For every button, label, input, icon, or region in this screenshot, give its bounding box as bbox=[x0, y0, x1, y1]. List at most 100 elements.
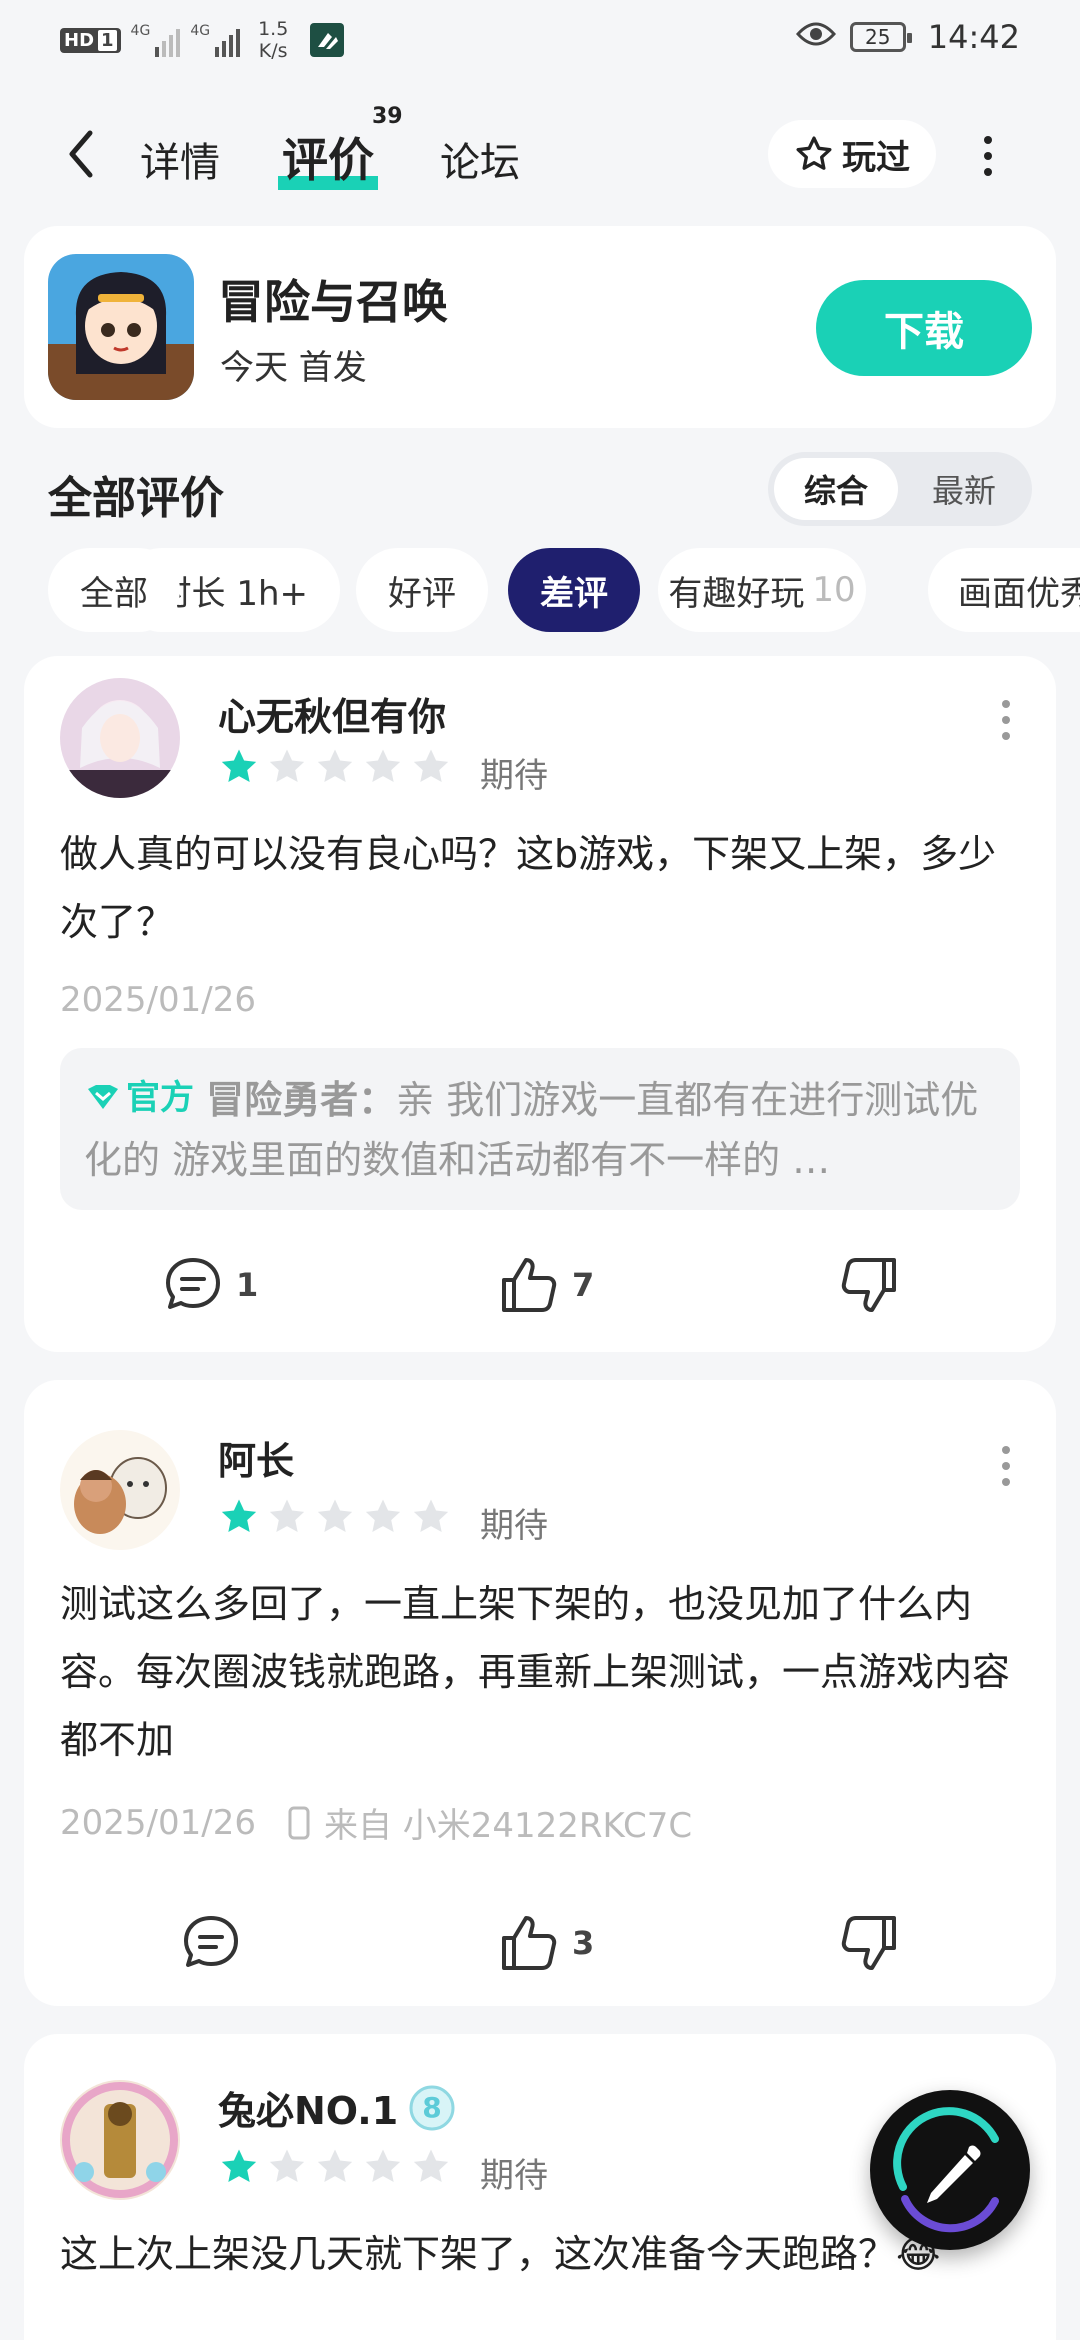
tab-reviews[interactable]: 评价 bbox=[278, 124, 378, 190]
star-empty-icon bbox=[269, 2149, 305, 2183]
signal-icon-2: 4G bbox=[190, 23, 241, 57]
chip-negative[interactable]: 差评 bbox=[508, 548, 640, 632]
username: 兔必NO.1 bbox=[218, 2089, 399, 2133]
official-name-colon: ： bbox=[358, 1078, 397, 1122]
reviews-count-badge: 39 bbox=[372, 104, 403, 129]
star-empty-icon bbox=[317, 749, 353, 783]
status-right: 25 14:42 bbox=[795, 18, 1020, 56]
sort-latest[interactable]: 最新 bbox=[902, 458, 1026, 520]
avatar[interactable] bbox=[60, 678, 180, 798]
review-card: 心无秋但有你 期待 做人真的可以没有良心吗？这b游戏，下架又上架，多少次了？ 2… bbox=[24, 656, 1056, 1352]
avatar[interactable] bbox=[60, 1430, 180, 1550]
top-nav: 详情 评价 39 论坛 玩过 bbox=[0, 100, 1080, 210]
avatar[interactable] bbox=[60, 2080, 180, 2200]
pen-icon bbox=[893, 2107, 999, 2233]
section-title: 全部评价 bbox=[48, 473, 224, 524]
star-outline-icon bbox=[796, 136, 832, 170]
review-more-icon[interactable] bbox=[1002, 700, 1010, 740]
star-empty-icon bbox=[365, 749, 401, 783]
comment-count: 1 bbox=[236, 1266, 259, 1304]
sort-toggle: 综合 最新 bbox=[768, 452, 1032, 526]
thumbs-down-icon bbox=[841, 1916, 896, 1970]
review-date: 2025/01/26 bbox=[60, 980, 256, 1020]
thumbs-up-icon bbox=[502, 1916, 557, 1970]
download-button[interactable]: 下载 bbox=[816, 280, 1032, 376]
chip-fun-label: 有趣好玩 bbox=[668, 573, 805, 614]
like-count: 3 bbox=[572, 1924, 595, 1962]
comment-icon bbox=[184, 1916, 238, 1967]
status-left: HD 1 4G 4G 1.5 K/s bbox=[60, 18, 345, 62]
star-rating bbox=[218, 746, 452, 788]
review-meta: 2025/01/26 bbox=[60, 980, 256, 1020]
rating-label: 期待 bbox=[480, 1506, 548, 1546]
review-content[interactable]: 测试这么多回了，一直上架下架的，也没见加了什么内容。每次圈波钱就跑路，再重新上架… bbox=[60, 1570, 1020, 1774]
username[interactable]: 阿长 bbox=[218, 1430, 294, 1485]
username-row[interactable]: 兔必NO.1 8 bbox=[218, 2080, 456, 2135]
chip-positive[interactable]: 好评 bbox=[356, 548, 488, 632]
heart-badge-icon bbox=[88, 1085, 118, 1109]
official-reply[interactable]: 官方 冒险勇者：亲 我们游戏一直都有在进行测试优化的 游戏里面的数值和活动都有不… bbox=[60, 1048, 1020, 1210]
status-bar: HD 1 4G 4G 1.5 K/s 25 14:42 bbox=[0, 0, 1080, 84]
review-more-icon[interactable] bbox=[1002, 1446, 1010, 1486]
chip-all[interactable]: 全部 bbox=[48, 548, 180, 632]
review-content[interactable]: 做人真的可以没有良心吗？这b游戏，下架又上架，多少次了？ bbox=[60, 820, 1020, 956]
star-empty-icon bbox=[317, 1499, 353, 1533]
write-review-button[interactable] bbox=[870, 2090, 1030, 2250]
comment-icon bbox=[166, 1258, 220, 1309]
tab-forum[interactable]: 论坛 bbox=[440, 130, 520, 188]
comment-button[interactable]: 1 bbox=[160, 1252, 258, 1318]
rating-label: 期待 bbox=[480, 756, 548, 796]
phone-icon bbox=[288, 1806, 310, 1839]
back-arrow-icon[interactable] bbox=[56, 126, 106, 182]
notification-app-icon bbox=[310, 23, 345, 57]
tab-reviews-label: 评价 bbox=[282, 133, 374, 187]
dislike-button[interactable] bbox=[836, 1252, 902, 1318]
game-icon bbox=[48, 254, 194, 400]
chip-graphics[interactable]: 画面优秀 bbox=[928, 548, 1080, 632]
review-date: 2025/01/26 bbox=[60, 1802, 256, 1843]
chip-fun-count: 10 bbox=[812, 570, 856, 610]
hd-badge: HD 1 bbox=[60, 27, 121, 53]
like-button[interactable]: 3 bbox=[496, 1910, 594, 1976]
review-card: 阿长 期待 测试这么多回了，一直上架下架的，也没见加了什么内容。每次圈波钱就跑路… bbox=[24, 1380, 1056, 2006]
tab-details[interactable]: 详情 bbox=[140, 130, 220, 188]
game-card[interactable]: 冒险与召唤 今天 首发 下载 bbox=[24, 226, 1056, 428]
official-name: 冒险勇者 bbox=[206, 1078, 359, 1122]
star-empty-icon bbox=[317, 2149, 353, 2183]
review-device: 来自 小米24122RKC7C bbox=[323, 1806, 693, 1846]
official-badge: 官方 bbox=[84, 1068, 194, 1128]
review-meta: 2025/01/26 来自 小米24122RKC7C bbox=[60, 1798, 692, 1847]
like-count: 7 bbox=[572, 1266, 595, 1304]
eye-icon bbox=[795, 18, 836, 56]
star-empty-icon bbox=[365, 1499, 401, 1533]
battery-icon: 25 bbox=[849, 22, 912, 52]
game-name: 冒险与召唤 bbox=[218, 275, 448, 329]
comment-button[interactable] bbox=[178, 1910, 254, 1976]
star-filled-icon bbox=[221, 2149, 257, 2183]
level-badge-icon: 8 bbox=[409, 2085, 455, 2130]
signal-icon-1: 4G bbox=[131, 23, 181, 57]
star-empty-icon bbox=[413, 2149, 449, 2183]
star-rating bbox=[218, 2146, 452, 2188]
star-empty-icon bbox=[269, 1499, 305, 1533]
sort-comprehensive[interactable]: 综合 bbox=[774, 458, 898, 520]
clock: 14:42 bbox=[927, 18, 1020, 56]
svg-text:8: 8 bbox=[422, 2091, 441, 2124]
chip-fun[interactable]: 有趣好玩 10 bbox=[658, 548, 866, 632]
network-speed: 1.5 K/s bbox=[258, 18, 289, 62]
game-subtitle: 今天 首发 bbox=[220, 348, 367, 388]
played-label: 玩过 bbox=[842, 137, 910, 178]
filter-chips: 时长 1h+ 全部 好评 差评 有趣好玩 10 画面优秀 bbox=[0, 548, 1080, 634]
star-empty-icon bbox=[269, 749, 305, 783]
star-filled-icon bbox=[221, 749, 257, 783]
more-options-icon[interactable] bbox=[976, 130, 1000, 182]
star-empty-icon bbox=[413, 749, 449, 783]
rating-label: 期待 bbox=[480, 2156, 548, 2196]
dislike-button[interactable] bbox=[836, 1910, 902, 1976]
star-filled-icon bbox=[221, 1499, 257, 1533]
star-rating bbox=[218, 1496, 452, 1538]
played-button[interactable]: 玩过 bbox=[768, 120, 936, 188]
thumbs-up-icon bbox=[502, 1258, 557, 1312]
username[interactable]: 心无秋但有你 bbox=[218, 686, 446, 741]
like-button[interactable]: 7 bbox=[496, 1252, 594, 1318]
